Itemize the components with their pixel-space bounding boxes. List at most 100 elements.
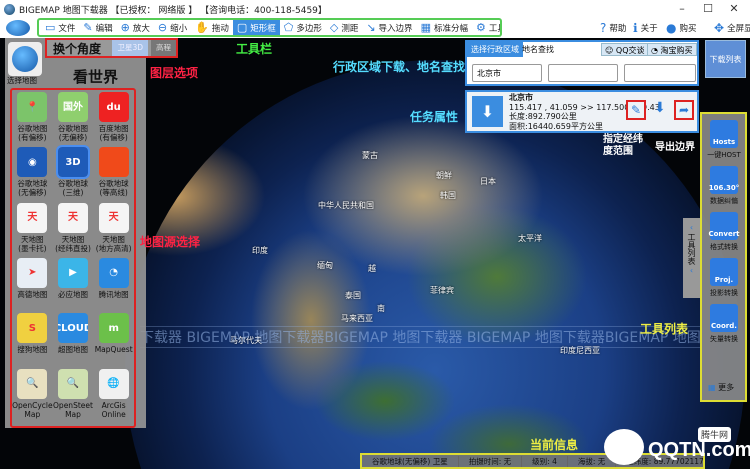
map-source-item[interactable]: 📍 谷歌地图 (有偏移) xyxy=(12,92,53,147)
map-source-item[interactable]: ◉ 谷歌地球 (无偏移) xyxy=(12,147,53,202)
map-source-label: 搜狗地图 xyxy=(17,345,48,355)
tool-2[interactable]: Convert 格式转换 xyxy=(708,212,740,252)
map-source-label: 谷歌地球 (三维) xyxy=(57,179,88,198)
convert-icon: Convert xyxy=(708,212,740,240)
map-source-item[interactable]: CLOUD超图地图 xyxy=(53,313,94,368)
toolbar-right-0[interactable]: ? 帮助 xyxy=(600,21,626,35)
map-source-item[interactable]: 谷歌地球 (等高线) xyxy=(93,147,134,202)
set-latlng-range-button[interactable]: ✎ xyxy=(626,100,646,120)
watermark: 下载器 BIGEMAP 地图下载器BIGEMAP 地图下载器 BIGEMAP 地… xyxy=(140,326,700,348)
taobao-buy-button[interactable]: ◔ 淘宝购买 xyxy=(647,43,697,56)
map-source-item[interactable]: 天天地图 (经纬直投) xyxy=(53,202,94,258)
map-source-icon: 🔍 xyxy=(57,368,88,399)
gear-icon: ⚙ xyxy=(475,21,486,34)
download-button[interactable]: ⬇ xyxy=(654,100,666,116)
map-source-icon: du xyxy=(98,92,129,122)
map-source-item[interactable]: 国外 谷歌地图 (无偏移) xyxy=(53,92,94,147)
title-bar: BIGEMAP 地图下载器 【已授权： 网络版 】 【咨询电话：400-118-… xyxy=(0,0,750,19)
region-download-icon[interactable]: ⬇ xyxy=(472,96,503,127)
qqtn-watermark-logo: QQTN.com 腾牛网 xyxy=(600,425,750,469)
annotation-task: 任务属性 xyxy=(410,110,459,124)
toolbar-button-3[interactable]: ⊖ 缩小 xyxy=(154,20,191,35)
map-source-grid: 📍 谷歌地图 (有偏移) 国外 谷歌地图 (无偏移) du 百度地图 (有偏移) ◉ 谷歌地球… xyxy=(10,88,136,428)
toolbar-button-4[interactable]: ✋ 拖动 xyxy=(191,20,233,35)
tool-4[interactable]: Coord. 矢量转换 xyxy=(708,304,740,344)
toolbar-button-7[interactable]: ◇ 测距 xyxy=(326,20,362,35)
map-source-item[interactable]: 🔍 OpenSteet Map xyxy=(53,368,94,424)
map-source-item[interactable]: ▶ 必应地图 xyxy=(53,257,94,313)
tool-0[interactable]: Hosts 一键HOST xyxy=(707,120,741,160)
map-source-item[interactable]: 🔍 OpenCycle Map xyxy=(12,368,53,424)
toolbar-button-8[interactable]: ↘ 导入边界 xyxy=(362,20,416,35)
toolbar-label: 导入边界 xyxy=(378,23,413,34)
tab-elevation[interactable]: 高程 xyxy=(151,40,176,56)
toolbar-label: 编辑 xyxy=(95,23,113,34)
map-place-label: 马来西亚 xyxy=(341,314,373,323)
toolbar-right-1[interactable]: ℹ 关于 xyxy=(633,21,658,35)
toolbar-label: 多边形 xyxy=(296,23,322,34)
qq-chat-button[interactable]: ☺ QQ交谈 xyxy=(601,43,649,56)
tool-3[interactable]: Proj. 投影转换 xyxy=(708,258,740,298)
tool-label: 矢量转换 xyxy=(710,335,738,343)
toolbar-button-10[interactable]: ⚙工具箱 xyxy=(472,20,500,35)
map-place-label: 太平洋 xyxy=(518,234,542,243)
map-source-item[interactable]: ➤ 高德地图 xyxy=(12,257,53,313)
collapse-label: 工具列表 xyxy=(687,233,696,265)
more-button[interactable]: ▦ 更多 xyxy=(708,382,734,393)
map-source-label: 必应地图 xyxy=(57,289,88,299)
toolbar-label: 工具箱 xyxy=(488,23,500,34)
current-map-button[interactable] xyxy=(8,42,42,76)
brand-en: QQTN.com xyxy=(648,439,750,461)
district-select[interactable] xyxy=(624,64,696,82)
map-place-label: 日本 xyxy=(480,177,496,186)
map-source-item[interactable]: 天天地图 (地方高清) xyxy=(93,202,134,258)
minimize-button[interactable]: – xyxy=(672,2,692,16)
map-source-label: ArcGis Online xyxy=(101,400,126,419)
map-source-item[interactable]: du 百度地图 (有偏移) xyxy=(93,92,134,147)
chevron-left-icon: ‹ xyxy=(689,223,694,232)
annotation-export: 导出边界 xyxy=(655,142,695,153)
toolbar-button-5[interactable]: ▢ 矩形框 xyxy=(232,20,280,35)
map-place-label: 韩国 xyxy=(440,191,456,200)
map-source-item[interactable]: 3D 谷歌地球 (三维) xyxy=(53,145,94,202)
maximize-button[interactable]: ☐ xyxy=(698,2,718,16)
map-source-label: 天地图 (墨卡托) xyxy=(18,234,47,253)
map-source-item[interactable]: 天天地图 (墨卡托) xyxy=(12,202,53,258)
folder-icon: ▭ xyxy=(45,21,56,34)
toolbar-button-0[interactable]: ▭ 文件 xyxy=(41,20,79,35)
map-source-icon: ◔ xyxy=(98,257,129,288)
map-source-icon: 天 xyxy=(17,202,48,233)
province-select[interactable]: 北京市 xyxy=(472,64,542,82)
toolbar-button-1[interactable]: ✎ 编辑 xyxy=(79,20,116,35)
ruler-icon: ◇ xyxy=(329,21,339,34)
map-source-icon: 天 xyxy=(57,202,88,233)
map-source-icon: 天 xyxy=(98,202,129,233)
toolbar-button-6[interactable]: ⬠ 多边形 xyxy=(280,20,326,35)
help-icon: ? xyxy=(600,21,607,35)
tab-admin-region[interactable]: 选择行政区域 xyxy=(467,42,523,57)
download-list-button[interactable]: 下载列表 xyxy=(705,40,746,78)
toolbar-button-9[interactable]: ▦ 标准分幅 xyxy=(417,20,472,35)
city-select[interactable] xyxy=(548,64,618,82)
app-logo-icon xyxy=(4,4,15,15)
toolbar-right-2[interactable]: ● 购买 xyxy=(666,21,697,35)
map-source-icon: 🌐 xyxy=(98,368,129,399)
close-button[interactable]: ✕ xyxy=(724,2,744,16)
toolbar-label: 帮助 xyxy=(609,24,627,34)
tab-place-search[interactable]: 地名查找 xyxy=(518,42,558,57)
more-label: 更多 xyxy=(718,383,735,392)
annotation-range: 指定经纬 度范围 xyxy=(603,134,643,157)
map-source-item[interactable]: S 搜狗地图 xyxy=(12,313,53,368)
tool-1[interactable]: 106.30° 数据纠偏 xyxy=(708,166,740,206)
export-boundary-button[interactable]: ➦ xyxy=(674,100,694,120)
map-source-item[interactable]: m MapQuest xyxy=(93,313,134,368)
toolbar-button-2[interactable]: ⊕ 放大 xyxy=(117,20,154,35)
map-source-icon: ◉ xyxy=(17,147,48,178)
map-source-item[interactable]: ◔ 腾讯地图 xyxy=(93,257,134,313)
map-source-item[interactable]: 🌐 ArcGis Online xyxy=(93,368,134,424)
toolbar-right-3[interactable]: ✥全屏显示 xyxy=(714,21,750,35)
grid-icon: ▦ xyxy=(420,21,431,34)
tab-satellite-3d[interactable]: 卫星3D xyxy=(112,40,148,56)
tools-collapse-tab[interactable]: ‹ 工具列表 ‹ xyxy=(683,218,700,298)
map-place-label: 缅甸 xyxy=(317,261,333,270)
